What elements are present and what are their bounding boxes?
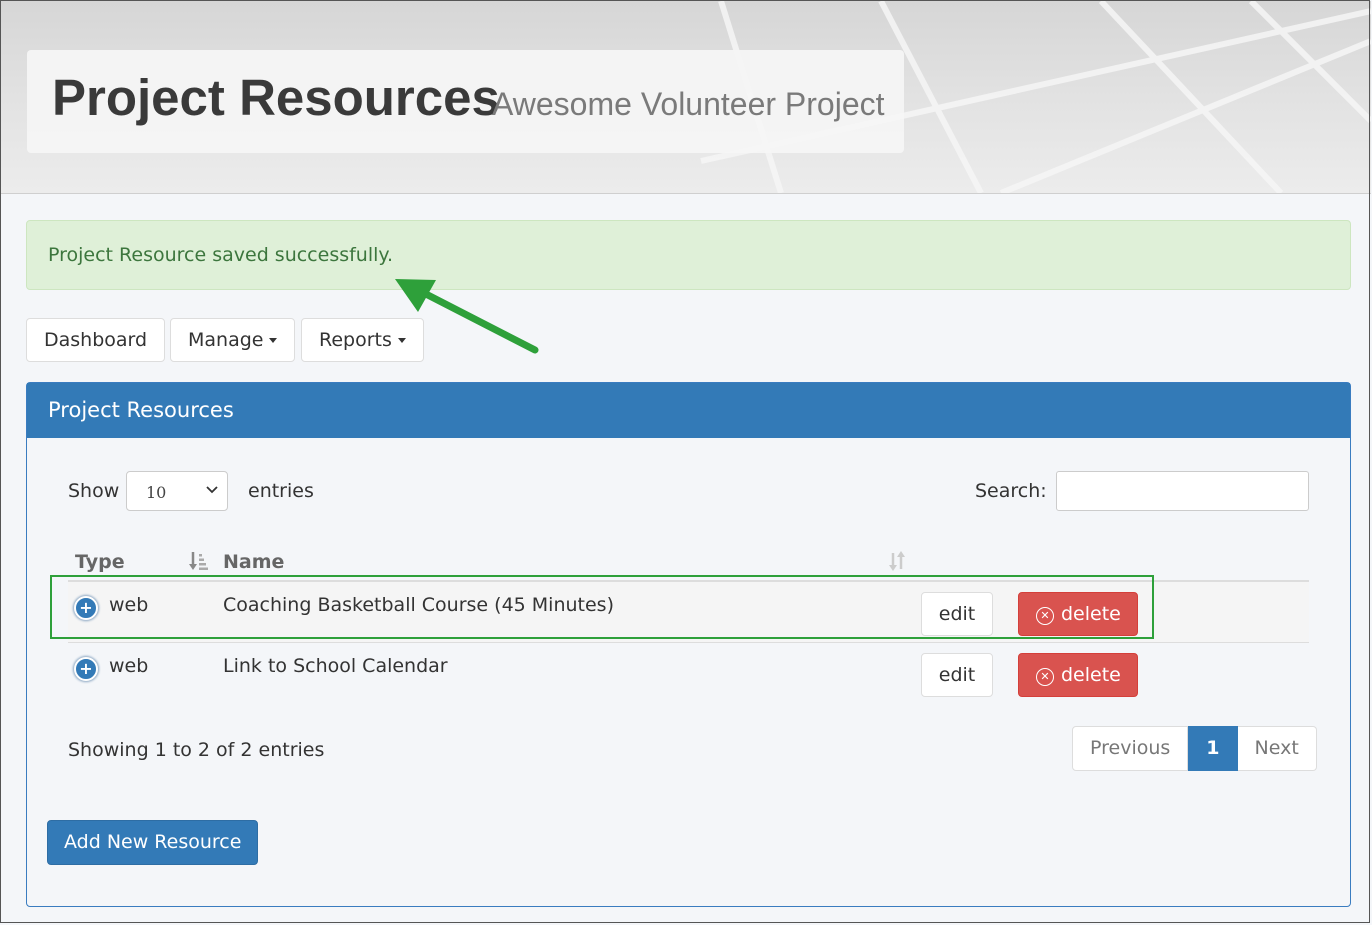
header-banner: Project Resources Awesome Volunteer Proj…	[1, 1, 1371, 194]
cell-name: Coaching Basketball Course (45 Minutes)	[223, 594, 614, 616]
show-label: Show	[68, 480, 120, 502]
expand-row-icon[interactable]: +	[74, 657, 98, 681]
page-subtitle: Awesome Volunteer Project	[492, 86, 885, 122]
table-row: + web Link to School Calendar edit ✕ dele…	[68, 643, 1309, 703]
panel-heading: Project Resources	[27, 383, 1350, 438]
table-row: + web Coaching Basketball Course (45 Min…	[68, 582, 1309, 642]
delete-button-label: delete	[1061, 603, 1121, 625]
previous-page-button[interactable]: Previous	[1072, 726, 1189, 771]
delete-button[interactable]: ✕ delete	[1018, 653, 1138, 697]
manage-dropdown-button[interactable]: Manage	[170, 318, 296, 362]
dashboard-button[interactable]: Dashboard	[26, 318, 166, 362]
delete-button-label: delete	[1061, 664, 1121, 686]
panel-title: Project Resources	[48, 398, 234, 422]
caret-down-icon	[269, 338, 278, 343]
sort-ascending-icon[interactable]	[188, 550, 208, 572]
sort-both-icon[interactable]	[887, 550, 907, 572]
column-header-type[interactable]: Type	[75, 551, 125, 573]
table-info: Showing 1 to 2 of 2 entries	[68, 739, 325, 761]
edit-button[interactable]: edit	[921, 592, 993, 636]
next-page-button[interactable]: Next	[1237, 726, 1317, 771]
delete-button[interactable]: ✕ delete	[1018, 592, 1138, 636]
manage-button-label: Manage	[188, 329, 264, 351]
close-circle-icon: ✕	[1036, 668, 1054, 686]
cell-type: web	[109, 594, 149, 616]
caret-down-icon	[397, 338, 406, 343]
page-title: Project Resources	[52, 69, 500, 126]
cell-name: Link to School Calendar	[223, 655, 448, 677]
entries-label: entries	[248, 480, 314, 502]
edit-button[interactable]: edit	[921, 653, 993, 697]
column-header-name[interactable]: Name	[223, 551, 284, 573]
add-new-resource-button[interactable]: Add New Resource	[47, 820, 259, 865]
chevron-down-icon	[206, 486, 218, 494]
dashboard-button-label: Dashboard	[44, 329, 148, 351]
entries-per-page-select[interactable]: 10	[126, 471, 228, 511]
page-1-button[interactable]: 1	[1188, 726, 1238, 771]
close-circle-icon: ✕	[1036, 607, 1054, 625]
success-alert-message: Project Resource saved successfully.	[48, 244, 393, 266]
search-label: Search:	[975, 480, 1047, 502]
page-title-box: Project Resources Awesome Volunteer Proj…	[27, 50, 904, 153]
expand-row-icon[interactable]: +	[74, 596, 98, 620]
entries-per-page-value: 10	[146, 483, 167, 502]
reports-button-label: Reports	[319, 329, 392, 351]
reports-dropdown-button[interactable]: Reports	[301, 318, 424, 362]
search-input[interactable]	[1056, 471, 1309, 511]
cell-type: web	[109, 655, 149, 677]
pagination: Previous 1 Next	[1072, 726, 1317, 771]
resources-panel: Project Resources Show 10 entries Search…	[26, 382, 1351, 907]
success-alert: Project Resource saved successfully.	[26, 220, 1351, 290]
